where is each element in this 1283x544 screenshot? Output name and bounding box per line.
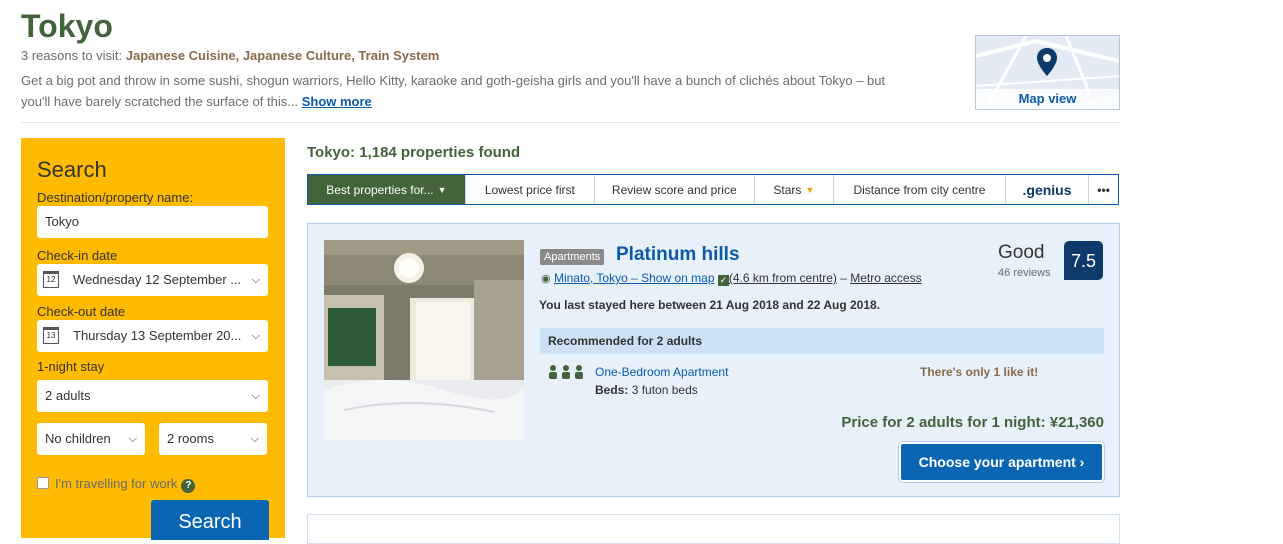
work-travel-checkbox[interactable] [37,477,49,489]
work-travel-label: I'm travelling for work [55,476,178,491]
caret-down-icon: ▼ [805,184,815,195]
checkout-label: Check-out date [37,304,126,319]
checkin-select[interactable]: 12 Wednesday 12 September ... ⌵ [37,264,268,296]
people-icon [548,365,588,382]
tab-review-score[interactable]: Review score and price [595,175,755,204]
tab-genius[interactable]: .genius [1006,175,1090,204]
caret-down-icon: ▼ [437,184,447,195]
show-more-link[interactable]: Show more [302,94,372,109]
header-divider [21,122,1120,123]
people-icon-svg [549,365,583,379]
intro-line-2: you'll have barely scratched the surface… [21,94,299,109]
metro-access: Metro access [850,271,922,285]
beds-info: Beds: 3 futon beds [595,383,698,397]
tab-lowest-price[interactable]: Lowest price first [466,175,595,204]
tab-label: Lowest price first [484,182,575,197]
intro-line-1: Get a big pot and throw in some sushi, s… [21,73,886,88]
recommendation-bar: Recommended for 2 adults [540,328,1104,354]
checkin-value: Wednesday 12 September ... [73,272,242,287]
help-icon[interactable]: ? [181,479,196,493]
destination-label: Destination/property name: [37,190,194,205]
property-card: Apartments Platinum hills ◉ Minato, Toky… [307,223,1120,497]
children-select[interactable]: No children ⌵ [37,423,145,455]
chevron-down-icon: ⌵ [128,433,137,445]
page-title: Tokyo [21,8,113,44]
rooms-select[interactable]: 2 rooms ⌵ [159,423,267,455]
map-pin-icon [1037,48,1057,76]
adults-value: 2 adults [45,388,91,403]
children-value: No children [45,431,111,446]
calendar-icon: 13 [43,327,59,344]
property-type-badge: Apartments [540,249,605,265]
checkin-label: Check-in date [37,248,118,263]
last-stay-notice: You last stayed here between 21 Aug 2018… [539,298,881,312]
results-count: Tokyo: 1,184 properties found [307,144,521,161]
more-options-button[interactable]: ••• [1089,175,1118,204]
work-travel-row[interactable]: I'm travelling for work? [37,476,196,493]
genius-logo: .genius [1022,181,1072,198]
room-photo-image [324,240,524,440]
room-type-link[interactable]: One-Bedroom Apartment [595,365,728,379]
sort-bar: Best properties for... ▼ Lowest price fir… [307,174,1119,205]
choose-apartment-button[interactable]: Choose your apartment › [901,444,1102,480]
choose-button-label: Choose your apartment [918,454,1076,470]
destination-value: Tokyo [45,214,79,229]
checkout-select[interactable]: 13 Thursday 13 September 20... ⌵ [37,320,268,352]
stay-length: 1-night stay [37,359,105,374]
tab-label: Stars [773,182,802,197]
distance-text: (4.6 km from centre) [728,271,837,285]
rooms-value: 2 rooms [167,431,214,446]
adults-select[interactable]: 2 adults ⌵ [37,380,268,412]
tab-stars[interactable]: Stars ▼ [755,175,835,204]
show-on-map-link[interactable]: Minato, Tokyo – Show on map [554,271,715,285]
beds-value: 3 futon beds [631,383,698,397]
tab-label: Best properties for... [326,182,434,197]
property-photo[interactable] [324,240,524,440]
city-intro: Get a big pot and throw in some sushi, s… [21,70,901,112]
beds-label: Beds: [595,383,629,397]
tab-best-properties[interactable]: Best properties for... ▼ [308,175,466,204]
search-button[interactable]: Search [151,500,269,540]
tab-label: Review score and price [611,182,737,197]
scarcity-message: There's only 1 like it! [920,365,1039,379]
more-icon: ••• [1097,182,1110,197]
review-score-badge[interactable]: 7.5 [1064,241,1103,280]
chevron-right-icon: › [1079,454,1085,470]
map-view-button[interactable]: Map view [975,35,1120,110]
price-text: Price for 2 adults for 1 night: ¥21,360 [841,414,1104,431]
check-icon: ✓ [717,275,729,286]
chevron-down-icon: ⌵ [251,330,260,342]
tab-label: Distance from city centre [853,182,986,197]
map-view-label: Map view [976,89,1119,109]
chevron-down-icon: ⌵ [251,390,260,402]
destination-input[interactable]: Tokyo [37,206,268,238]
tab-distance[interactable]: Distance from city centre [834,175,1006,204]
separator: – [836,271,851,285]
reasons-to-visit: 3 reasons to visit: Japanese Cuisine, Ja… [21,48,439,63]
search-panel: Search Destination/property name: Tokyo … [21,138,285,540]
review-count: 46 reviews [998,267,1051,279]
property-name-link[interactable]: Platinum hills [616,244,740,266]
reasons-list: Japanese Cuisine, Japanese Culture, Trai… [125,48,440,63]
next-property-card [307,514,1120,544]
review-score-word: Good [998,242,1045,263]
search-title: Search [37,157,107,182]
checkout-value: Thursday 13 September 20... [73,328,242,343]
location-line: ◉ Minato, Tokyo – Show on map ✓ (4.6 km f… [541,271,922,286]
chevron-down-icon: ⌵ [250,433,259,445]
reasons-prefix: 3 reasons to visit: [21,48,126,63]
calendar-icon: 12 [43,271,59,288]
location-pin-icon: ◉ [541,273,551,285]
chevron-down-icon: ⌵ [251,274,260,286]
